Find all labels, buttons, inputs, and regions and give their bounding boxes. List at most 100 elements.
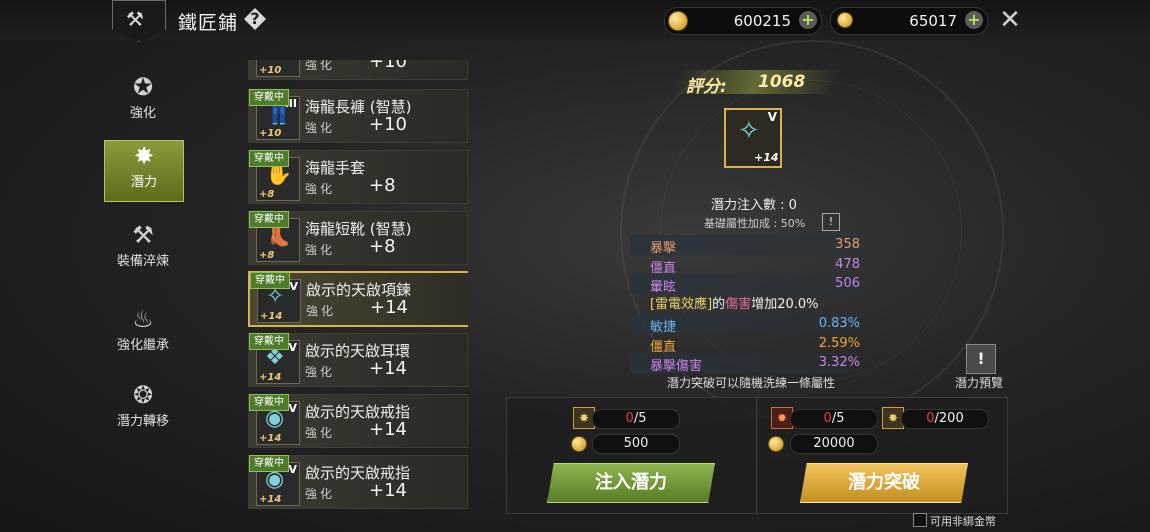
add-gem-button[interactable]: + [965,11,983,29]
inherit-icon: ♨ [132,305,154,333]
list-item[interactable]: ◉ V +14 穿戴中 啟示的天啟戒指 強化 +14 [248,394,468,448]
item-tier: V [288,402,297,415]
equipped-badge: 穿戴中 [249,211,289,228]
stat-value: 3.32% [818,355,860,370]
stat-value: 478 [835,257,860,272]
transfer-icon: ❂ [132,381,154,409]
nav-potential-label: 潛力 [130,175,157,190]
breakthrough-material1-count: 0/5 [790,409,878,429]
list-item-selected[interactable]: ✧ V +14 穿戴中 啟示的天啟項鍊 強化 +14 [248,271,468,327]
page-title: 鐵匠鋪 [178,12,239,34]
nav-transfer[interactable]: ❂ 潛力轉移 [104,380,182,440]
material-total: /5 [831,411,845,426]
potential-stat-row: 暴擊傷害 3.32% [630,353,860,374]
potential-breakthrough-button[interactable]: 潛力突破 [800,463,968,503]
item-level: +14 [260,311,283,322]
stat-name: 暴擊 [650,241,677,256]
item-level: +8 [259,250,275,261]
stat-value: 358 [835,237,860,252]
item-tier: V [767,110,777,124]
score-label: 評分: [686,77,727,97]
unbound-gold-checkbox[interactable] [913,513,927,527]
item-level: +8 [259,189,275,200]
nav-potential[interactable]: ✸ 潛力 [104,140,184,202]
item-name: 海龍手套 [305,159,366,177]
gold-coin-icon [668,11,688,31]
score-value: 1068 [758,72,806,92]
item-level: +10 [259,65,282,76]
list-item[interactable]: ❖ V +14 穿戴中 啟示的天啟耳環 強化 +14 [248,333,468,387]
gem-coin-icon [837,12,853,28]
stat-name: 敏捷 [650,320,677,335]
item-level: +14 [259,433,282,444]
nav-transfer-label: 潛力轉移 [116,414,169,429]
gold-coin-icon [571,436,587,452]
potential-icon: ✸ [133,142,155,170]
item-tier: V [288,341,297,354]
stat-row: 僵直 478 [630,255,860,276]
item-enhance-label: 強化 [305,121,336,135]
pants-icon: ⚔ [265,60,285,63]
list-item[interactable]: 👖 III +10 穿戴中 海龍長褲 (智慧) 強化 +10 [248,89,468,143]
potential-preview-button[interactable]: ! [966,344,996,374]
item-level: +10 [259,128,282,139]
item-enhance-label: 強化 [305,487,336,501]
necklace-icon: ✧ [738,116,760,146]
stat-name: 暴擊傷害 [650,359,703,374]
item-enhance-label: 強化 [305,182,336,196]
effect-damage: 傷害 [725,297,752,312]
material-total: /5 [633,411,647,426]
inject-cost: 500 [592,434,680,454]
stat-row: 暴擊 358 [630,235,860,256]
item-level: +14 [259,372,282,383]
inject-count: 潛力注入數 : 0 [711,198,797,213]
special-effect: [雷電效應]的傷害增加20.0% [650,293,819,312]
item-enhance-value: +14 [369,480,407,501]
item-enhance-label: 強化 [305,243,336,257]
close-icon[interactable]: ✕ [996,6,1024,34]
unbound-gold-label: 可用非綁金幣 [930,515,996,528]
material-current: 0 [625,411,634,426]
info-button[interactable]: ! [822,213,840,231]
gold-amount: 600215 [733,12,791,30]
item-level: +14 [754,151,779,164]
item-enhance-value: +14 [370,297,408,318]
gold-currency: 600215 + [664,7,822,35]
breakthrough-cost: 20000 [790,434,878,454]
item-enhance-value: +8 [369,236,396,257]
material-total: /200 [934,411,964,426]
potential-stat-row: 敏捷 0.83% [630,314,860,335]
item-enhance-label: 強化 [305,60,336,72]
item-enhance-value: +10 [369,60,407,72]
list-item[interactable]: ✋ +8 穿戴中 海龍手套 強化 +8 [248,150,468,204]
material-current: 0 [823,411,832,426]
reroll-note: 潛力突破可以隨機洗練一條屬性 [667,376,836,390]
inject-material-count: 0/5 [592,409,680,429]
nav-inherit[interactable]: ♨ 強化繼承 [104,304,182,364]
list-item[interactable]: ⚔ +10 強化 +10 [248,60,468,80]
item-enhance-label: 強化 [305,365,336,379]
equipment-list[interactable]: ⚔ +10 強化 +10 👖III+10 穿戴中 海龍長褲 (智慧) 強化 +10… [246,60,468,532]
equipped-badge: 穿戴中 [249,150,289,167]
nav-enhance[interactable]: ✪ 強化 [104,72,182,132]
nav-refine[interactable]: ⚒ 裝備淬煉 [104,220,182,280]
item-enhance-value: +10 [369,114,407,135]
potential-preview-label: 潛力預覽 [955,376,1004,390]
list-item[interactable]: ◉ V +14 穿戴中 啟示的天啟戒指 強化 +14 [248,455,468,509]
add-gold-button[interactable]: + [799,11,817,29]
effect-skill: 雷電效應 [655,297,708,312]
stat-row: 暈眩 506 [630,274,860,295]
potential-stat-row: 僵直 2.59% [630,334,860,355]
equipped-badge: 穿戴中 [250,272,290,289]
item-enhance-value: +14 [369,419,407,440]
effect-text: 的 [712,297,726,312]
equipped-badge: 穿戴中 [249,394,289,411]
selected-item-slot: ✧ V +14 [724,108,782,168]
gem-amount: 65017 [909,12,957,30]
anvil-icon: ⚒ [132,221,154,249]
inject-potential-button[interactable]: 注入潛力 [547,463,715,503]
stat-value: 2.59% [818,336,860,351]
list-item[interactable]: 👢 +8 穿戴中 海龍短靴 (智慧) 強化 +8 [248,211,468,265]
gem-currency: 65017 + [830,7,988,35]
item-enhance-value: +8 [369,175,396,196]
